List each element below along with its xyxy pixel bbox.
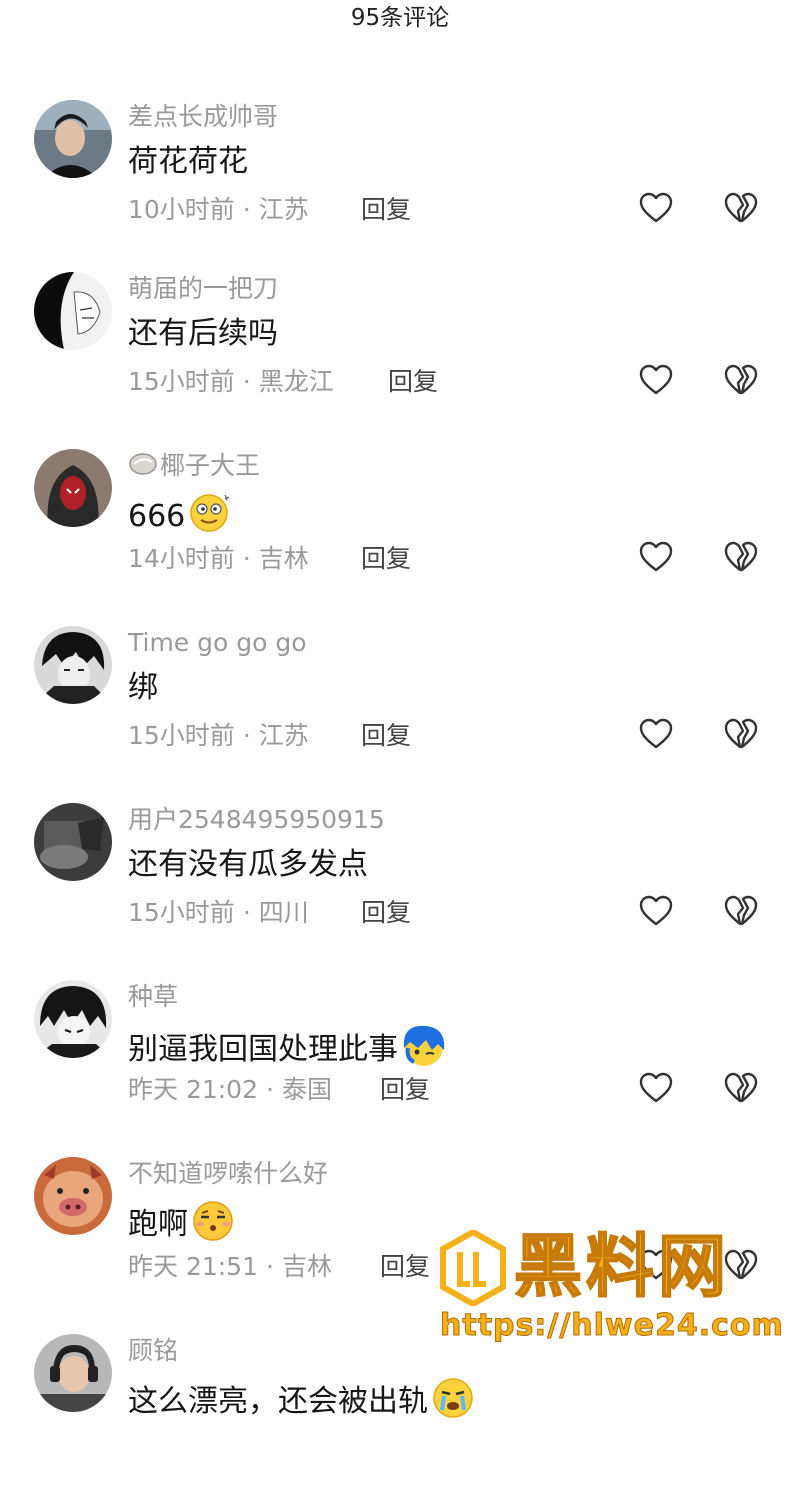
comments-header: 95条评论 — [0, 0, 800, 38]
avatar[interactable] — [34, 626, 112, 704]
dislike-button[interactable] — [721, 191, 761, 229]
comment-location: 江苏 — [258, 721, 309, 750]
comment-text-label: 跑啊 — [128, 1207, 188, 1242]
comment-time: 14小时前 — [128, 544, 235, 573]
watermark-title: 黑料网 — [513, 1227, 731, 1308]
broken-heart-icon — [724, 1072, 758, 1108]
comment-item: 种草 别逼我回国处理此事 昨天 21:02 · 泰国 回复 — [0, 980, 800, 1157]
avatar[interactable] — [34, 272, 112, 350]
comment-item: 差点长成帅哥 荷花荷花 10小时前 · 江苏 回复 — [0, 100, 800, 272]
comment-item: Time go go go 绑 15小时前 · 江苏 回复 — [0, 626, 800, 803]
comment-text: 别逼我回国处理此事 — [128, 1022, 448, 1067]
comment-text: 绑 — [128, 670, 158, 705]
heart-icon — [639, 718, 673, 754]
comment-item: 椰子大王 666 14小时前 · 吉林 回复 — [0, 449, 800, 626]
comment-time: 15小时前 — [128, 898, 235, 927]
username[interactable]: 种草 — [128, 980, 178, 1014]
reply-button[interactable]: 回复 — [361, 718, 411, 754]
dislike-button[interactable] — [721, 363, 761, 401]
like-button[interactable] — [636, 1071, 676, 1109]
comment-time: 昨天 21:51 — [128, 1252, 258, 1281]
dislike-button[interactable] — [721, 540, 761, 578]
comment-text-label: 666 — [128, 499, 186, 534]
avatar[interactable] — [34, 803, 112, 881]
reply-button[interactable]: 回复 — [380, 1072, 430, 1108]
heart-icon — [639, 192, 673, 228]
comment-location: 江苏 — [258, 195, 309, 224]
comment-location: 吉林 — [281, 1252, 332, 1281]
like-button[interactable] — [636, 717, 676, 755]
dizzy-face-emoji — [187, 491, 233, 544]
comment-text: 还有没有瓜多发点 — [128, 847, 368, 882]
comment-location: 泰国 — [281, 1075, 332, 1104]
heart-icon — [639, 364, 673, 400]
username[interactable]: 萌届的一把刀 — [128, 272, 278, 306]
username[interactable]: 顾铭 — [128, 1334, 178, 1368]
comment-text-label: 别逼我回国处理此事 — [128, 1032, 398, 1067]
comment-text: 还有后续吗 — [128, 316, 278, 351]
comment-time: 10小时前 — [128, 195, 235, 224]
username[interactable]: 差点长成帅哥 — [128, 100, 278, 134]
comment-item: 萌届的一把刀 还有后续吗 15小时前 · 黑龙江 回复 — [0, 272, 800, 449]
username[interactable]: 用户2548495950915 — [128, 803, 385, 837]
comment-location: 四川 — [258, 898, 309, 927]
avatar[interactable] — [34, 980, 112, 1058]
reply-button[interactable]: 回复 — [388, 364, 438, 400]
like-button[interactable] — [636, 363, 676, 401]
avatar[interactable] — [34, 449, 112, 527]
comment-text: 这么漂亮，还会被出轨 — [128, 1376, 476, 1419]
reply-button[interactable]: 回复 — [361, 541, 411, 577]
like-button[interactable] — [636, 191, 676, 229]
comment-text-label: 这么漂亮，还会被出轨 — [128, 1384, 428, 1419]
crying-face-emoji — [430, 1376, 476, 1429]
comment-location: 吉林 — [258, 544, 309, 573]
reply-button[interactable]: 回复 — [361, 192, 411, 228]
comment-meta: 15小时前 · 黑龙江 — [128, 367, 334, 396]
username[interactable]: Time go go go — [128, 626, 307, 660]
comment-time: 15小时前 — [128, 367, 235, 396]
broken-heart-icon — [724, 192, 758, 228]
comment-meta: 昨天 21:51 · 吉林 — [128, 1252, 332, 1281]
username[interactable]: 椰子大王 — [128, 449, 260, 483]
reply-button[interactable]: 回复 — [380, 1249, 430, 1285]
reply-button[interactable]: 回复 — [361, 895, 411, 931]
comment-time: 昨天 21:02 — [128, 1075, 258, 1104]
comment-meta: 10小时前 · 江苏 — [128, 195, 309, 224]
avatar[interactable] — [34, 1157, 112, 1235]
comment-text: 跑啊 — [128, 1199, 236, 1242]
broken-heart-icon — [724, 895, 758, 931]
like-button[interactable] — [636, 894, 676, 932]
like-button[interactable] — [636, 540, 676, 578]
comment-text: 666 — [128, 491, 233, 534]
watermark: 黑料网 https://hlwe24.com — [430, 1226, 800, 1372]
comment-text: 荷花荷花 — [128, 144, 248, 179]
dislike-button[interactable] — [721, 717, 761, 755]
username[interactable]: 不知道啰嗦什么好 — [128, 1157, 328, 1191]
comment-meta: 14小时前 · 吉林 — [128, 544, 309, 573]
comment-location: 黑龙江 — [258, 367, 334, 396]
comment-meta: 15小时前 · 四川 — [128, 898, 309, 927]
coconut-badge-icon — [128, 450, 158, 485]
heart-icon — [639, 895, 673, 931]
watermark-logo-icon — [440, 1228, 506, 1310]
dislike-button[interactable] — [721, 894, 761, 932]
dislike-button[interactable] — [721, 1071, 761, 1109]
avatar[interactable] — [34, 1334, 112, 1412]
broken-heart-icon — [724, 541, 758, 577]
blue-hair-emoji — [400, 1022, 448, 1079]
comment-count-title: 95条评论 — [350, 5, 450, 31]
comment-item: 用户2548495950915 还有没有瓜多发点 15小时前 · 四川 回复 — [0, 803, 800, 980]
avatar[interactable] — [34, 100, 112, 178]
broken-heart-icon — [724, 364, 758, 400]
comment-meta: 昨天 21:02 · 泰国 — [128, 1075, 332, 1104]
username-label: 椰子大王 — [160, 451, 261, 480]
comment-time: 15小时前 — [128, 721, 235, 750]
unamused-face-emoji — [190, 1199, 236, 1252]
broken-heart-icon — [724, 718, 758, 754]
heart-icon — [639, 541, 673, 577]
comment-meta: 15小时前 · 江苏 — [128, 721, 309, 750]
heart-icon — [639, 1072, 673, 1108]
watermark-url: https://hlwe24.com — [440, 1308, 784, 1344]
